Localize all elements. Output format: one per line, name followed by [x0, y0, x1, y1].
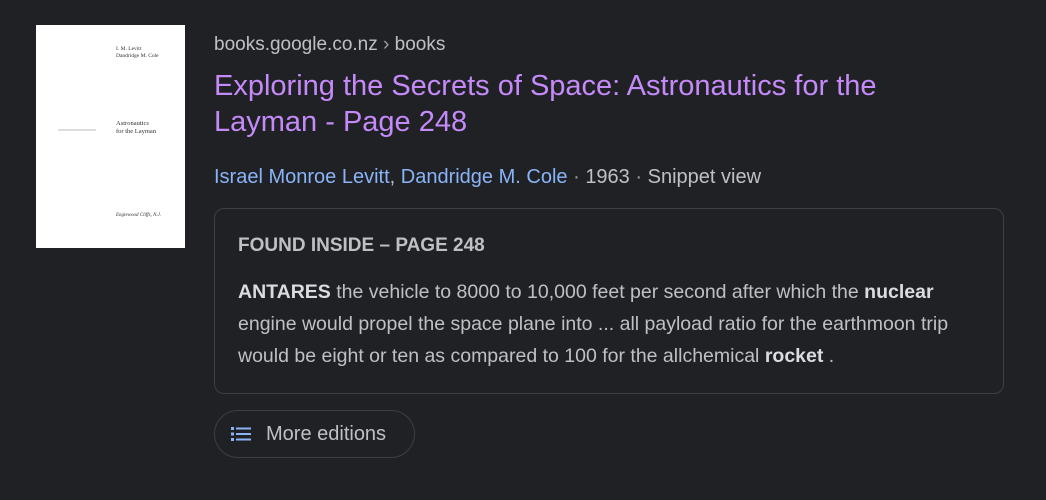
meta-dot-1: · — [573, 166, 580, 188]
cover-title-line-1: Astronautics — [116, 120, 149, 127]
view-type: Snippet view — [647, 166, 762, 188]
result-title-link[interactable]: Exploring the Secrets of Space: Astronau… — [214, 68, 974, 140]
snippet-card: FOUND INSIDE – PAGE 248 ANTARES the vehi… — [214, 208, 1004, 394]
found-inside-heading: FOUND INSIDE – PAGE 248 — [238, 235, 485, 257]
snippet-text: ANTARES the vehicle to 8000 to 10,000 fe… — [238, 276, 988, 372]
cover-decoration — [58, 129, 96, 131]
snippet-fragment: the vehicle to 8000 to 10,000 feet per s… — [330, 281, 865, 303]
cover-authors: I. M. Levitt Dandridge M. Cole — [116, 46, 159, 60]
list-icon — [231, 427, 251, 441]
cover-title: Astronautics for the Layman — [116, 120, 156, 136]
highlight-term: rocket — [764, 345, 824, 367]
cover-author-2: Dandridge M. Cole — [116, 53, 159, 59]
found-inside-page: PAGE 248 — [395, 235, 485, 256]
snippet-fragment: engine would propel the space plane into… — [238, 313, 949, 367]
result-url-breadcrumb: books.google.co.nz › books — [214, 34, 445, 56]
cover-publisher-place: Englewood Cliffs, N.J. — [116, 213, 162, 218]
book-cover-thumbnail[interactable]: I. M. Levitt Dandridge M. Cole Astronaut… — [36, 25, 185, 248]
author-link-2[interactable]: Dandridge M. Cole — [401, 166, 568, 188]
author-separator: , — [389, 166, 396, 188]
meta-dot-2: · — [635, 166, 643, 188]
found-inside-label: FOUND INSIDE — [238, 235, 375, 256]
result-metadata: Israel Monroe Levitt, Dandridge M. Cole … — [214, 166, 761, 189]
highlight-term: ANTARES — [238, 281, 331, 303]
cite-separator: › — [383, 34, 390, 55]
cite-path: books — [394, 34, 446, 55]
found-inside-dash: – — [379, 235, 391, 256]
publication-year: 1963 — [585, 166, 630, 188]
snippet-fragment: . — [823, 345, 835, 367]
cite-domain: books.google.co.nz — [214, 34, 378, 55]
author-link-1[interactable]: Israel Monroe Levitt — [214, 166, 390, 188]
cover-author-1: I. M. Levitt — [116, 46, 142, 52]
more-editions-button[interactable]: More editions — [214, 410, 415, 458]
highlight-term: nuclear — [864, 281, 934, 303]
cover-title-line-2: for the Layman — [116, 128, 157, 135]
more-editions-label: More editions — [266, 422, 387, 445]
